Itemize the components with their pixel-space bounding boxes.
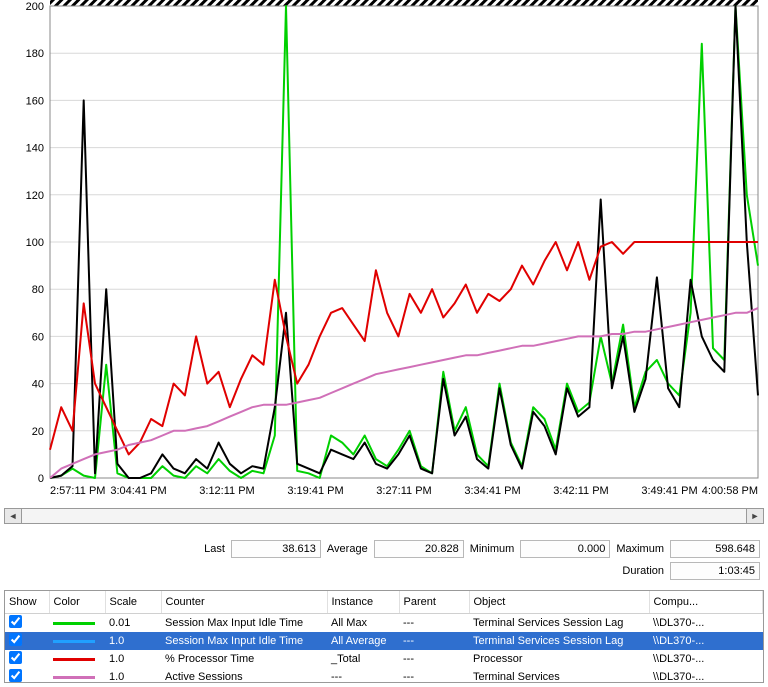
maximum-value: 598.648 (670, 540, 760, 558)
duration-value: 1:03:45 (670, 562, 760, 580)
col-instance[interactable]: Instance (327, 591, 399, 614)
duration-label: Duration (622, 565, 664, 577)
svg-text:200: 200 (26, 1, 44, 13)
svg-text:180: 180 (26, 48, 44, 60)
svg-text:3:34:41 PM: 3:34:41 PM (464, 485, 520, 497)
svg-text:60: 60 (32, 331, 44, 343)
counter-cell: % Processor Time (161, 650, 327, 668)
scale-cell: 1.0 (105, 650, 161, 668)
computer-cell: \\DL370-... (649, 668, 763, 683)
show-checkbox[interactable] (9, 669, 22, 682)
svg-text:3:27:11 PM: 3:27:11 PM (376, 485, 431, 497)
object-cell: Terminal Services Session Lag (469, 632, 649, 650)
svg-text:20: 20 (32, 426, 44, 438)
svg-text:120: 120 (26, 190, 44, 202)
col-counter[interactable]: Counter (161, 591, 327, 614)
instance-cell: All Max (327, 614, 399, 633)
perf-chart: 0 20 40 60 80 100 120 140 160 180 200 2:57:11 PM 3:0… (0, 0, 768, 500)
svg-text:3:19:41 PM: 3:19:41 PM (287, 485, 343, 497)
col-scale[interactable]: Scale (105, 591, 161, 614)
col-computer[interactable]: Compu... (649, 591, 763, 614)
color-swatch (53, 640, 95, 643)
color-swatch (53, 622, 95, 625)
scroll-right-arrow[interactable]: ► (746, 509, 763, 523)
col-color[interactable]: Color (49, 591, 105, 614)
svg-text:160: 160 (26, 95, 44, 107)
table-row[interactable]: 1.0Active Sessions------Terminal Service… (5, 668, 763, 683)
counter-cell: Active Sessions (161, 668, 327, 683)
instance-cell: --- (327, 668, 399, 683)
computer-cell: \\DL370-... (649, 632, 763, 650)
col-show[interactable]: Show (5, 591, 49, 614)
svg-text:100: 100 (26, 237, 44, 249)
parent-cell: --- (399, 668, 469, 683)
computer-cell: \\DL370-... (649, 614, 763, 633)
show-checkbox[interactable] (9, 615, 22, 628)
table-row[interactable]: 0.01Session Max Input Idle TimeAll Max--… (5, 614, 763, 633)
scale-cell: 1.0 (105, 668, 161, 683)
counter-cell: Session Max Input Idle Time (161, 632, 327, 650)
object-cell: Processor (469, 650, 649, 668)
show-checkbox[interactable] (9, 651, 22, 664)
last-label: Last (204, 543, 225, 555)
parent-cell: --- (399, 650, 469, 668)
last-value: 38.613 (231, 540, 321, 558)
svg-text:4:00:58 PM: 4:00:58 PM (702, 485, 758, 497)
svg-text:0: 0 (38, 473, 44, 485)
minimum-value: 0.000 (520, 540, 610, 558)
counter-cell: Session Max Input Idle Time (161, 614, 327, 633)
average-value: 20.828 (374, 540, 464, 558)
svg-text:3:42:11 PM: 3:42:11 PM (553, 485, 608, 497)
parent-cell: --- (399, 614, 469, 633)
object-cell: Terminal Services (469, 668, 649, 683)
table-header-row[interactable]: Show Color Scale Counter Instance Parent… (5, 591, 763, 614)
scale-cell: 1.0 (105, 632, 161, 650)
maximum-label: Maximum (616, 543, 664, 555)
time-scrollbar[interactable]: ◄ ► (4, 508, 764, 524)
object-cell: Terminal Services Session Lag (469, 614, 649, 633)
svg-text:3:49:41 PM: 3:49:41 PM (641, 485, 697, 497)
minimum-label: Minimum (470, 543, 515, 555)
svg-text:140: 140 (26, 143, 44, 155)
svg-text:3:12:11 PM: 3:12:11 PM (199, 485, 254, 497)
scroll-left-arrow[interactable]: ◄ (5, 509, 22, 523)
scale-cell: 0.01 (105, 614, 161, 633)
table-row[interactable]: 1.0% Processor Time_Total---Processor\\D… (5, 650, 763, 668)
average-label: Average (327, 543, 368, 555)
table-row[interactable]: 1.0Session Max Input Idle TimeAll Averag… (5, 632, 763, 650)
computer-cell: \\DL370-... (649, 650, 763, 668)
svg-text:2:57:11 PM: 2:57:11 PM (50, 485, 105, 497)
scroll-track[interactable] (22, 509, 746, 523)
show-checkbox[interactable] (9, 633, 22, 646)
stats-panel: Last 38.613 Average 20.828 Minimum 0.000… (0, 538, 768, 582)
svg-text:3:04:41 PM: 3:04:41 PM (110, 485, 166, 497)
col-parent[interactable]: Parent (399, 591, 469, 614)
instance-cell: _Total (327, 650, 399, 668)
col-object[interactable]: Object (469, 591, 649, 614)
instance-cell: All Average (327, 632, 399, 650)
svg-text:80: 80 (32, 284, 44, 296)
color-swatch (53, 676, 95, 679)
counter-table[interactable]: Show Color Scale Counter Instance Parent… (4, 590, 764, 683)
parent-cell: --- (399, 632, 469, 650)
color-swatch (53, 658, 95, 661)
svg-text:40: 40 (32, 379, 44, 391)
